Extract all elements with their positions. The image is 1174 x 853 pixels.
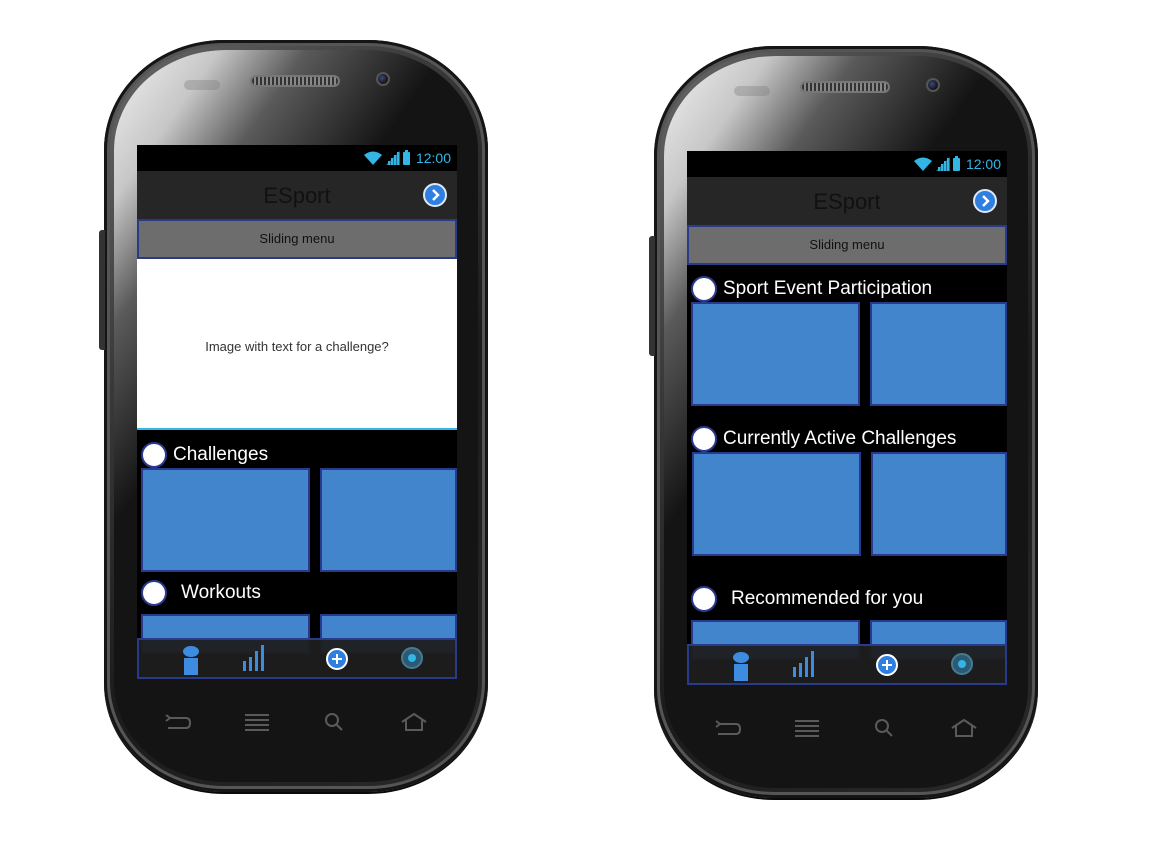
action-bar: ESport xyxy=(137,171,457,219)
stats-icon[interactable] xyxy=(791,646,815,683)
section-title: Currently Active Challenges xyxy=(723,428,957,449)
event-tile[interactable] xyxy=(691,302,860,406)
sliding-menu-button[interactable]: Sliding menu xyxy=(137,219,457,259)
proximity-sensor xyxy=(734,86,770,96)
active-challenge-tile[interactable] xyxy=(871,452,1007,556)
front-camera xyxy=(376,72,390,86)
volume-button xyxy=(649,236,655,356)
screen-dashboard: 12:00 ESport Sliding menu Sport Event Pa… xyxy=(687,151,1007,685)
status-time: 12:00 xyxy=(965,156,1001,172)
earpiece-speaker xyxy=(250,75,340,87)
mockup-canvas: 12:00 ESport Sliding menu Image with tex… xyxy=(0,0,1174,853)
section-title: Recommended for you xyxy=(731,588,924,609)
section-title: Sport Event Participation xyxy=(723,278,933,299)
signal-icon xyxy=(385,151,400,165)
sliding-menu-button[interactable]: Sliding menu xyxy=(687,225,1007,265)
app-title: ESport xyxy=(263,183,331,208)
phone-frame-left: 12:00 ESport Sliding menu Image with tex… xyxy=(99,40,488,792)
home-key-icon[interactable] xyxy=(950,718,978,738)
section-bullet xyxy=(691,586,717,612)
proximity-sensor xyxy=(184,80,220,90)
person-icon[interactable] xyxy=(729,646,753,683)
battery-icon xyxy=(952,155,960,171)
status-bar: 12:00 xyxy=(687,151,1007,177)
search-key-icon[interactable] xyxy=(321,712,349,732)
section-title: Workouts xyxy=(181,582,261,603)
stats-icon[interactable] xyxy=(241,640,265,677)
back-key-icon[interactable] xyxy=(164,712,192,732)
section-header-challenges: Challenges xyxy=(141,441,268,469)
earpiece-speaker xyxy=(800,81,890,93)
record-icon[interactable] xyxy=(399,640,425,677)
active-challenge-tile[interactable] xyxy=(692,452,861,556)
chevron-right-icon[interactable] xyxy=(423,183,447,207)
record-icon[interactable] xyxy=(949,646,975,683)
phone-frame-right: 12:00 ESport Sliding menu Sport Event Pa… xyxy=(649,46,1038,798)
chevron-right-icon[interactable] xyxy=(973,189,997,213)
section-header-sport-event: Sport Event Participation xyxy=(691,275,932,303)
section-bullet xyxy=(141,442,167,468)
challenge-tile[interactable] xyxy=(320,468,457,572)
battery-icon xyxy=(402,149,410,165)
section-bullet xyxy=(141,580,167,606)
challenge-tile[interactable] xyxy=(141,468,310,572)
section-header-active-challenges: Currently Active Challenges xyxy=(691,425,956,453)
add-icon[interactable] xyxy=(325,640,351,677)
status-time: 12:00 xyxy=(415,150,451,166)
action-bar: ESport xyxy=(687,177,1007,225)
menu-key-icon[interactable] xyxy=(793,718,821,738)
app-title: ESport xyxy=(813,189,881,214)
bottom-nav xyxy=(687,644,1007,685)
hero-text: Image with text for a challenge? xyxy=(205,339,389,354)
volume-button xyxy=(99,230,105,350)
section-header-workouts: Workouts xyxy=(141,579,261,607)
status-bar: 12:00 xyxy=(137,145,457,171)
screen-home: 12:00 ESport Sliding menu Image with tex… xyxy=(137,145,457,679)
wifi-icon xyxy=(913,157,932,171)
search-key-icon[interactable] xyxy=(871,718,899,738)
hardware-keys xyxy=(164,710,428,734)
back-key-icon[interactable] xyxy=(714,718,742,738)
add-icon[interactable] xyxy=(875,646,901,683)
signal-icon xyxy=(935,157,950,171)
section-title: Challenges xyxy=(173,444,269,465)
home-key-icon[interactable] xyxy=(400,712,428,732)
person-icon[interactable] xyxy=(179,640,203,677)
hardware-keys xyxy=(714,716,978,740)
front-camera xyxy=(926,78,940,92)
wifi-icon xyxy=(363,151,382,165)
menu-key-icon[interactable] xyxy=(243,712,271,732)
hero-banner[interactable]: Image with text for a challenge? xyxy=(137,259,457,430)
section-bullet xyxy=(691,276,717,302)
bottom-nav xyxy=(137,638,457,679)
event-tile[interactable] xyxy=(870,302,1007,406)
section-bullet xyxy=(691,426,717,452)
section-header-recommended: Recommended for you xyxy=(691,585,923,613)
